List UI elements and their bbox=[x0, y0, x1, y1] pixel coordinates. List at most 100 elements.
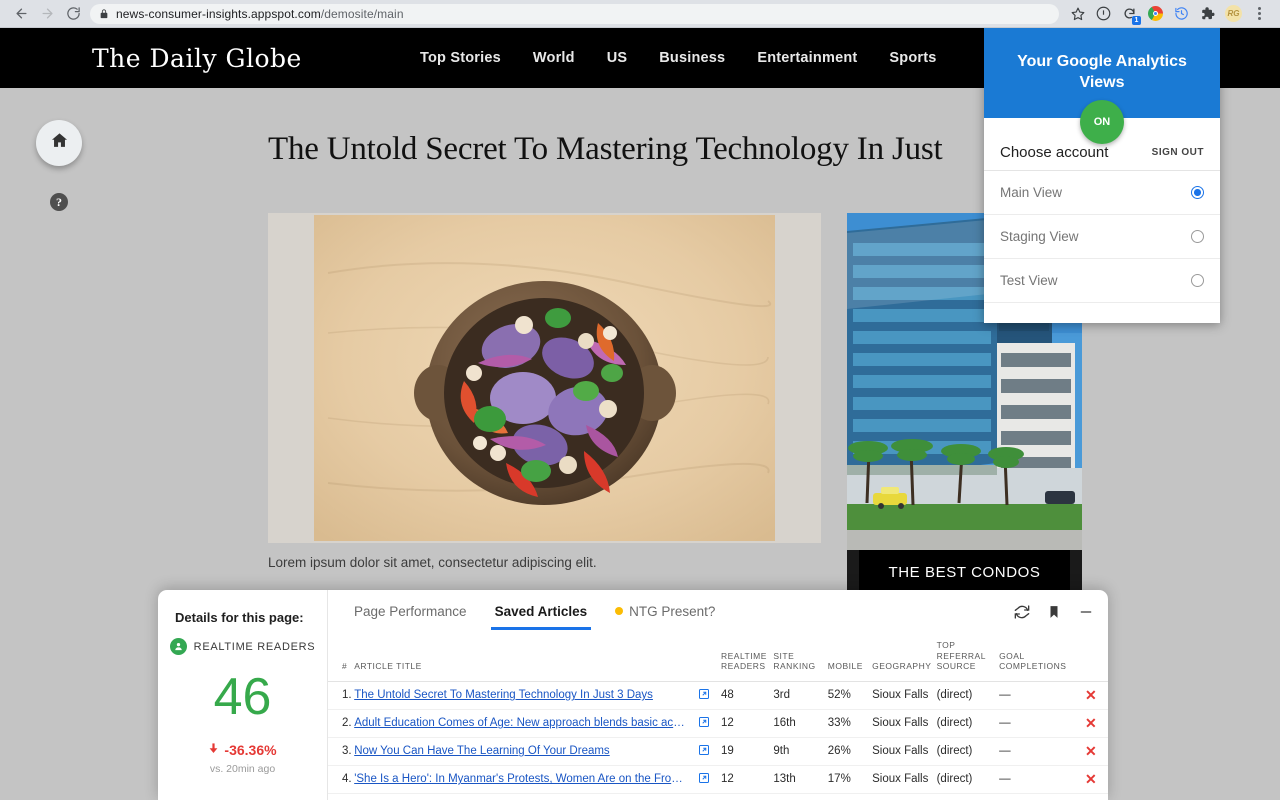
row-number: 1. bbox=[328, 681, 355, 710]
cell-geography: Sioux Falls bbox=[872, 709, 937, 738]
info-circle-icon[interactable] bbox=[1091, 1, 1116, 26]
article-title-link[interactable]: 'She Is a Hero': In Myanmar's Protests, … bbox=[354, 773, 687, 785]
star-icon[interactable] bbox=[1065, 1, 1090, 26]
browser-toolbar: news-consumer-insights.appspot.com/demos… bbox=[0, 0, 1280, 28]
cell-referral-source: (direct) bbox=[936, 737, 1000, 766]
realtime-readers-label: REALTIME READERS bbox=[193, 640, 316, 653]
cell-referral-source: (direct) bbox=[936, 765, 1000, 794]
nav-item-business[interactable]: Business bbox=[659, 50, 725, 66]
reload-icon[interactable] bbox=[60, 1, 86, 27]
extension-badge-count: 1 bbox=[1132, 16, 1141, 25]
forward-arrow-icon[interactable] bbox=[34, 1, 60, 27]
cell-realtime-readers: 19 bbox=[720, 737, 774, 766]
article-title-link[interactable]: Now You Can Have The Learning Of Your Dr… bbox=[354, 745, 687, 757]
external-link-icon[interactable] bbox=[698, 716, 710, 728]
cell-referral-source: (direct) bbox=[936, 681, 1000, 710]
cell-geography: Sioux Falls bbox=[872, 681, 937, 710]
site-masthead: The Daily Globe bbox=[92, 43, 302, 73]
col-header-referral: TOP REFERRAL SOURCE bbox=[936, 636, 1000, 682]
tab-page-performance[interactable]: Page Performance bbox=[340, 604, 481, 630]
tab-ntg-present[interactable]: NTG Present? bbox=[601, 604, 729, 630]
arrow-badge-icon[interactable]: 1 bbox=[1117, 1, 1142, 26]
table-header: # ARTICLE TITLE REALTIME READERS SITE RA… bbox=[328, 636, 1108, 682]
insights-content-column: Page Performance Saved Articles NTG Pres… bbox=[328, 590, 1108, 800]
avatar-initials: RG bbox=[1225, 5, 1242, 22]
puzzle-extensions-icon[interactable] bbox=[1195, 1, 1220, 26]
col-header-realtime: REALTIME READERS bbox=[720, 636, 774, 682]
ga-view-label: Main View bbox=[1000, 185, 1063, 200]
cell-realtime-readers: 48 bbox=[720, 681, 774, 710]
close-x-icon[interactable]: ✕ bbox=[1085, 771, 1097, 787]
saved-articles-table: # ARTICLE TITLE REALTIME READERS SITE RA… bbox=[328, 636, 1108, 800]
close-x-icon[interactable]: ✕ bbox=[1085, 743, 1097, 759]
ga-on-toggle[interactable]: ON bbox=[1080, 100, 1124, 144]
cell-goal-completions: — bbox=[999, 793, 1074, 800]
tab-saved-articles[interactable]: Saved Articles bbox=[481, 604, 602, 630]
cell-mobile: 33% bbox=[827, 709, 873, 738]
tab-label: NTG Present? bbox=[629, 604, 716, 619]
status-dot-icon bbox=[615, 607, 624, 615]
nav-item-us[interactable]: US bbox=[607, 50, 628, 66]
tab-label: Saved Articles bbox=[494, 604, 588, 619]
help-icon: ? bbox=[56, 194, 62, 209]
ga-view-option-test[interactable]: Test View bbox=[984, 259, 1220, 303]
ga-view-option-main[interactable]: Main View bbox=[984, 171, 1220, 215]
col-header-mobile: MOBILE bbox=[827, 636, 873, 682]
image-caption: Lorem ipsum dolor sit amet, consectetur … bbox=[268, 555, 597, 570]
table-row: 4. 'She Is a Hero': In Myanmar's Protest… bbox=[328, 765, 1108, 794]
external-link-icon[interactable] bbox=[698, 744, 710, 756]
arrow-down-icon bbox=[208, 741, 219, 758]
cell-mobile: 52% bbox=[827, 681, 873, 710]
nav-item-sports[interactable]: Sports bbox=[889, 50, 936, 66]
nav-item-entertainment[interactable]: Entertainment bbox=[757, 50, 857, 66]
cell-site-ranking: 16th bbox=[773, 709, 828, 738]
insights-summary-column: Details for this page: REALTIME READERS … bbox=[158, 590, 328, 800]
insights-tabs: Page Performance Saved Articles NTG Pres… bbox=[328, 590, 1108, 635]
ga-popup-title: Your Google Analytics Views bbox=[1017, 53, 1187, 91]
ga-view-option-staging[interactable]: Staging View bbox=[984, 215, 1220, 259]
bookmark-icon[interactable] bbox=[1047, 604, 1061, 625]
sign-out-button[interactable]: SIGN OUT bbox=[1152, 147, 1204, 158]
radio-main-view[interactable] bbox=[1191, 186, 1204, 199]
ad-title: THE BEST CONDOS bbox=[888, 564, 1041, 581]
cell-geography: Sioux Falls bbox=[872, 765, 937, 794]
ga-view-label: Test View bbox=[1000, 273, 1058, 288]
close-x-icon[interactable]: ✕ bbox=[1085, 715, 1097, 731]
help-button[interactable]: ? bbox=[50, 193, 68, 211]
panel-tools bbox=[1014, 604, 1094, 625]
radio-test-view[interactable] bbox=[1191, 274, 1204, 287]
lock-icon bbox=[99, 8, 109, 19]
realtime-delta-value: -36.36% bbox=[224, 741, 277, 758]
row-number: 2. bbox=[328, 709, 355, 738]
refresh-icon[interactable] bbox=[1014, 604, 1030, 625]
cell-site-ranking: 4th bbox=[773, 793, 828, 800]
screenshot-root: news-consumer-insights.appspot.com/demos… bbox=[0, 0, 1280, 800]
address-bar[interactable]: news-consumer-insights.appspot.com/demos… bbox=[90, 3, 1059, 24]
home-button[interactable] bbox=[36, 120, 82, 166]
kebab-menu-icon[interactable] bbox=[1247, 1, 1272, 26]
chrome-logo-icon[interactable] bbox=[1143, 1, 1168, 26]
realtime-readers-value: 46 bbox=[213, 668, 272, 726]
realtime-delta: -36.36% bbox=[208, 741, 277, 758]
profile-avatar-icon[interactable]: RG bbox=[1221, 1, 1246, 26]
col-header-goals: GOAL COMPLETIONS bbox=[999, 636, 1074, 682]
close-x-icon[interactable]: ✕ bbox=[1085, 687, 1097, 703]
radio-staging-view[interactable] bbox=[1191, 230, 1204, 243]
minimize-icon[interactable] bbox=[1078, 604, 1094, 625]
cell-goal-completions: — bbox=[999, 681, 1074, 710]
article-title-link[interactable]: Adult Education Comes of Age: New approa… bbox=[354, 717, 687, 729]
back-arrow-icon[interactable] bbox=[8, 1, 34, 27]
person-badge-icon bbox=[169, 638, 187, 655]
col-header-geography: GEOGRAPHY bbox=[872, 636, 937, 682]
cell-realtime-readers: 46 bbox=[720, 793, 774, 800]
external-link-icon[interactable] bbox=[698, 688, 710, 700]
article-title-link[interactable]: The Untold Secret To Mastering Technolog… bbox=[354, 689, 687, 701]
url-path: /demosite/main bbox=[320, 6, 404, 21]
history-clock-icon[interactable] bbox=[1169, 1, 1194, 26]
external-link-icon[interactable] bbox=[698, 772, 710, 784]
col-header-title: ARTICLE TITLE bbox=[354, 636, 687, 682]
tab-label: Page Performance bbox=[354, 604, 467, 619]
nav-item-top-stories[interactable]: Top Stories bbox=[420, 50, 501, 66]
nav-item-world[interactable]: World bbox=[533, 50, 575, 66]
ga-choose-account-label: Choose account bbox=[1000, 143, 1109, 161]
